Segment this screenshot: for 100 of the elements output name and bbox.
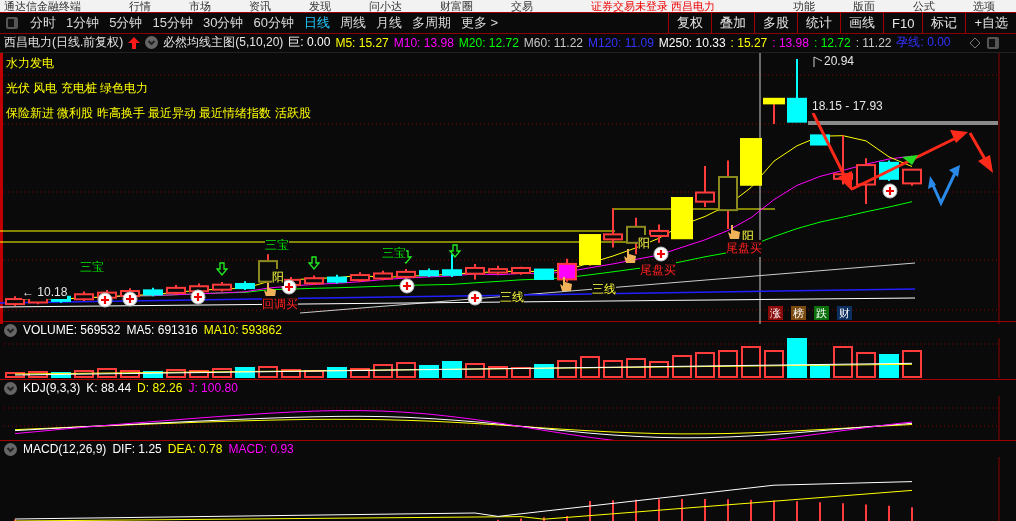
plus-circle-icon (97, 292, 113, 308)
volume-bar (902, 350, 922, 379)
plus-circle-icon (882, 183, 898, 199)
candlestick (166, 284, 186, 296)
period-tab[interactable]: 1分钟 (61, 14, 105, 32)
menu-item[interactable]: 功能 (793, 0, 816, 12)
volume-bar (695, 352, 715, 379)
indicator-value: D: 82.26 (137, 381, 183, 395)
candlestick (671, 196, 693, 240)
signal-label: 三宝 (382, 244, 406, 262)
candlestick (579, 233, 601, 267)
period-tab[interactable]: 分时 (25, 14, 61, 32)
menu-item[interactable]: 发现 (309, 0, 331, 12)
candlestick (534, 268, 554, 281)
chevron-circle-icon[interactable] (4, 442, 17, 456)
news-badge[interactable]: 跌 (814, 305, 829, 320)
candlestick (718, 159, 738, 230)
volume-bar (97, 368, 117, 379)
signal-label: 阳 (638, 234, 650, 252)
volume-bar (350, 368, 370, 379)
indicator-value: : 11.22 (855, 35, 892, 50)
menu-item[interactable]: 市场 (189, 0, 211, 12)
panel-toggle-icon[interactable] (986, 35, 1000, 50)
plus-circle-icon (190, 289, 206, 305)
concept-tags: 保险新进 微利股 昨高换手 最近异动 最近情绪指数 活跃股 (6, 104, 311, 122)
volume-bar (28, 371, 48, 379)
volume-bar (718, 350, 738, 379)
concept-tags: 水力发电 (6, 54, 311, 72)
indicator-value: K: 88.44 (86, 381, 132, 395)
menu-item[interactable]: 财富圈 (440, 0, 473, 12)
candlestick (5, 295, 25, 307)
menu-item[interactable]: 行情 (129, 0, 151, 12)
news-badge[interactable]: 财 (837, 305, 852, 320)
menu-item[interactable]: 版面 (853, 0, 876, 12)
indicator-value: MA5: 691316 (126, 323, 198, 338)
indicator-value: : 13.98 (772, 35, 809, 50)
menu-item[interactable]: 问小达 (369, 0, 402, 12)
volume-bar (534, 364, 554, 379)
triangle-icon (902, 154, 918, 165)
chevron-circle-icon[interactable] (4, 381, 17, 395)
volume-bar (419, 365, 439, 379)
menu-item[interactable]: 资讯 (249, 0, 271, 12)
period-tab[interactable]: 60分钟 (248, 14, 299, 32)
signal-label: 回调买 (262, 295, 298, 313)
zigzag-arrow-drawing (928, 164, 960, 207)
news-badge[interactable]: 榜 (791, 305, 806, 320)
candlestick (419, 267, 439, 278)
indicator-name: 必然均线主图(5,10,20) (163, 34, 284, 52)
security-name: 西昌电力(日线.前复权) (4, 34, 124, 52)
candlestick (327, 273, 347, 285)
signal-label: 尾盘买 (726, 239, 762, 257)
indicator-value: VOLUME: 569532 (23, 323, 121, 338)
period-tab[interactable]: 周线 (334, 14, 371, 32)
indicator-value: M60: 11.22 (523, 35, 583, 50)
period-tab[interactable]: 日线 (298, 14, 335, 32)
volume-bar (626, 358, 646, 379)
indicator-value: 孕线: 0.00 (896, 34, 951, 52)
indicator-value: M5: 15.27 (335, 35, 389, 50)
price-high-label: 20.94 (824, 53, 855, 68)
candlestick (373, 269, 393, 282)
menu-item[interactable]: 公式 (913, 0, 936, 12)
diamond-icon[interactable] (969, 36, 981, 49)
volume-bar (189, 370, 209, 379)
signal-label: 尾盘买 (640, 261, 676, 279)
volume-bar (304, 370, 324, 379)
volume-bar (74, 370, 94, 379)
candlestick (350, 271, 370, 283)
panel-toggle-icon[interactable] (5, 16, 19, 30)
volume-bar (442, 361, 462, 379)
volume-bar (488, 366, 508, 379)
news-badge[interactable]: 涨 (768, 305, 783, 320)
volume-bar (741, 346, 761, 379)
period-tab[interactable]: 15分钟 (147, 14, 198, 32)
candlestick (856, 157, 876, 205)
volume-bar (787, 338, 807, 379)
period-tab[interactable]: 多周期 (406, 14, 456, 32)
app-title: 通达信金融终端 (4, 0, 81, 12)
period-tab[interactable]: 月线 (370, 14, 407, 32)
volume-bar (51, 372, 71, 379)
candlestick (488, 264, 508, 276)
period-tab[interactable]: 30分钟 (197, 14, 249, 32)
plus-circle-icon (467, 290, 483, 306)
candlestick (763, 97, 785, 125)
candlestick (212, 280, 232, 293)
menu-item[interactable]: 选项 (973, 0, 996, 12)
candlestick (649, 223, 669, 244)
period-tab[interactable]: 5分钟 (104, 14, 148, 32)
indicator-value: : 12.72 (813, 35, 851, 50)
hand-icon (728, 224, 740, 239)
hand-icon (560, 276, 572, 291)
volume-bar (212, 368, 232, 379)
indicator-value: KDJ(9,3,3) (23, 381, 81, 395)
indicator-value: M20: 12.72 (458, 35, 519, 50)
indicator-value: MACD(12,26,9) (23, 442, 107, 456)
price-low-label: ← 10.18 (22, 284, 68, 299)
menu-item[interactable]: 交易 (511, 0, 533, 12)
plus-circle-icon (281, 279, 297, 295)
chevron-circle-icon[interactable] (145, 36, 159, 50)
chevron-circle-icon[interactable] (4, 323, 17, 337)
period-tab[interactable]: 更多 > (455, 14, 504, 32)
